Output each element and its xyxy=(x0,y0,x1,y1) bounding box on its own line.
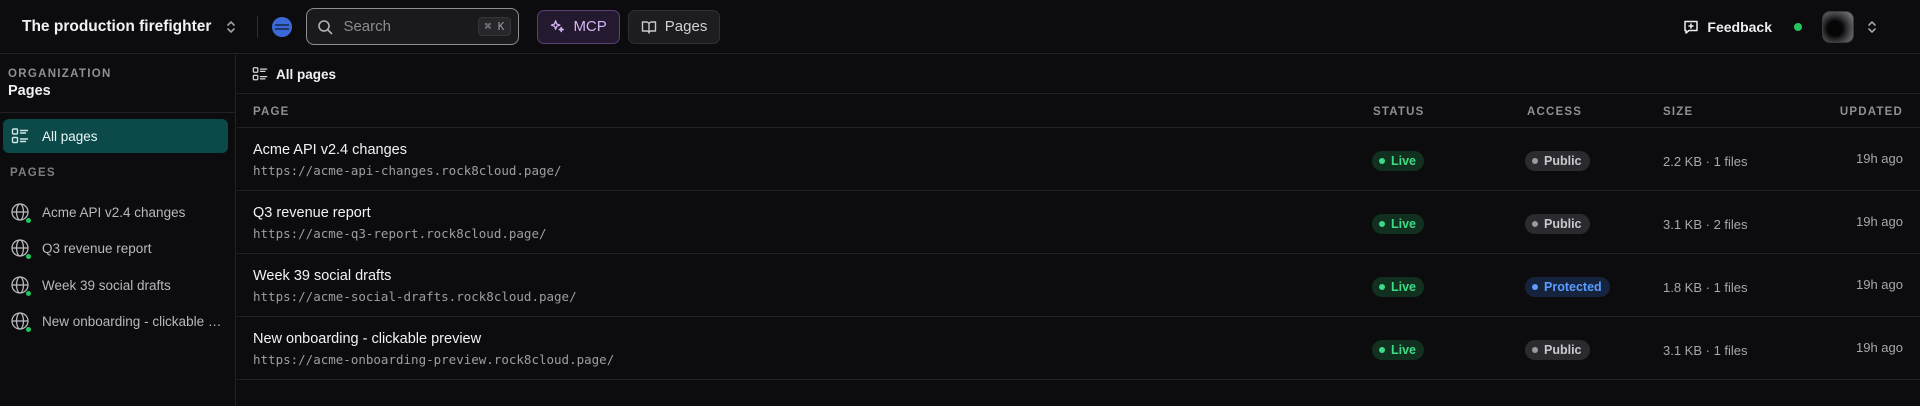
search-input[interactable]: Search ⌘ K xyxy=(306,8,520,45)
mcp-button[interactable]: MCP xyxy=(537,9,620,44)
page-name[interactable]: Week 39 social drafts xyxy=(253,268,391,284)
chevron-up-down-icon xyxy=(227,20,236,33)
column-header-updated[interactable]: UPDATED xyxy=(1840,106,1903,118)
status-badge: Live xyxy=(1372,214,1425,234)
column-header-page[interactable]: PAGE xyxy=(253,106,290,118)
updated-time: 19h ago xyxy=(1856,340,1903,355)
live-indicator xyxy=(26,218,31,223)
sidebar-item-label: Week 39 social drafts xyxy=(42,277,171,293)
sidebar-item-label: New onboarding - clickable preview xyxy=(42,313,222,329)
page-size: 3.1 KB · 1 files xyxy=(1663,343,1748,358)
pages-label: Pages xyxy=(664,18,708,35)
mcp-label: MCP xyxy=(573,18,607,35)
page-size: 3.1 KB · 2 files xyxy=(1663,217,1748,232)
page-name[interactable]: Acme API v2.4 changes xyxy=(253,142,407,158)
column-header-size[interactable]: SIZE xyxy=(1663,106,1693,118)
organization-title: Pages xyxy=(8,83,51,99)
page-title: All pages xyxy=(276,66,337,82)
sidebar-item-label: Acme API v2.4 changes xyxy=(42,204,186,220)
main-content: All pages PAGE STATUS ACCESS SIZE UPDATE… xyxy=(237,55,1920,406)
globe-icon xyxy=(10,311,31,332)
organization-label: ORGANIZATION xyxy=(8,68,112,80)
live-indicator xyxy=(26,254,31,259)
updated-time: 19h ago xyxy=(1856,277,1903,292)
page-header: All pages xyxy=(237,55,1920,94)
sparkles-icon xyxy=(551,20,565,33)
sidebar-item-page[interactable]: New onboarding - clickable preview xyxy=(10,310,230,332)
table-row[interactable]: Week 39 social drafts https://acme-socia… xyxy=(237,254,1920,317)
sidebar-item-label: Q3 revenue report xyxy=(42,240,152,256)
sidebar-item-page[interactable]: Acme API v2.4 changes xyxy=(10,201,230,223)
table-row[interactable]: New onboarding - clickable preview https… xyxy=(237,317,1920,380)
workspace-switcher[interactable]: The production firefighter xyxy=(22,18,239,36)
access-badge: Protected xyxy=(1525,277,1610,297)
page-name[interactable]: Q3 revenue report xyxy=(253,205,371,221)
sidebar-item-all-pages[interactable]: All pages xyxy=(3,119,228,153)
search-placeholder: Search xyxy=(343,18,391,35)
feedback-label: Feedback xyxy=(1707,18,1772,35)
search-icon xyxy=(318,19,333,34)
feedback-button[interactable]: Feedback xyxy=(1683,19,1772,35)
chevron-up-down-icon[interactable] xyxy=(1864,19,1880,35)
page-name[interactable]: New onboarding - clickable preview xyxy=(253,331,481,347)
globe-icon xyxy=(10,275,31,296)
live-indicator xyxy=(26,327,31,332)
page-url[interactable]: https://acme-api-changes.rock8cloud.page… xyxy=(253,163,562,178)
page-url[interactable]: https://acme-social-drafts.rock8cloud.pa… xyxy=(253,289,577,304)
globe-icon xyxy=(10,238,31,259)
avatar[interactable] xyxy=(1822,10,1854,43)
column-header-status[interactable]: STATUS xyxy=(1373,106,1425,118)
table-row[interactable]: Acme API v2.4 changes https://acme-api-c… xyxy=(237,128,1920,191)
access-badge: Public xyxy=(1525,151,1590,171)
table-header: PAGE STATUS ACCESS SIZE UPDATED xyxy=(237,94,1920,128)
pages-button[interactable]: Pages xyxy=(627,9,721,44)
divider xyxy=(257,15,259,38)
access-badge: Public xyxy=(1525,214,1590,234)
feedback-icon xyxy=(1684,20,1699,34)
table-row[interactable]: Q3 revenue report https://acme-q3-report… xyxy=(237,191,1920,254)
book-open-icon xyxy=(641,20,656,34)
column-header-access[interactable]: ACCESS xyxy=(1527,106,1582,118)
workspace-name: The production firefighter xyxy=(22,17,212,35)
environment-icon[interactable] xyxy=(272,16,293,37)
page-url[interactable]: https://acme-onboarding-preview.rock8clo… xyxy=(253,352,614,367)
page-size: 2.2 KB · 1 files xyxy=(1663,154,1748,169)
page-size: 1.8 KB · 1 files xyxy=(1663,280,1748,295)
sidebar-item-page[interactable]: Week 39 social drafts xyxy=(10,274,230,296)
sidebar: ORGANIZATION Pages All pages PAGES Acme … xyxy=(0,55,236,406)
updated-time: 19h ago xyxy=(1856,214,1903,229)
list-icon xyxy=(11,128,29,144)
pages-section-label: PAGES xyxy=(10,167,56,179)
list-icon xyxy=(252,67,268,81)
sidebar-item-page[interactable]: Q3 revenue report xyxy=(10,237,230,259)
search-shortcut: ⌘ K xyxy=(477,17,512,36)
status-badge: Live xyxy=(1372,340,1425,360)
globe-icon xyxy=(10,202,31,223)
divider xyxy=(0,112,236,113)
access-badge: Public xyxy=(1525,340,1590,360)
page-url[interactable]: https://acme-q3-report.rock8cloud.page/ xyxy=(253,226,547,241)
live-indicator xyxy=(26,291,31,296)
updated-time: 19h ago xyxy=(1856,151,1903,166)
status-badge: Live xyxy=(1372,151,1425,171)
top-bar: The production firefighter Search ⌘ K MC… xyxy=(0,0,1920,54)
status-badge: Live xyxy=(1372,277,1425,297)
online-status-dot xyxy=(1794,22,1802,31)
sidebar-item-label: All pages xyxy=(42,128,98,144)
